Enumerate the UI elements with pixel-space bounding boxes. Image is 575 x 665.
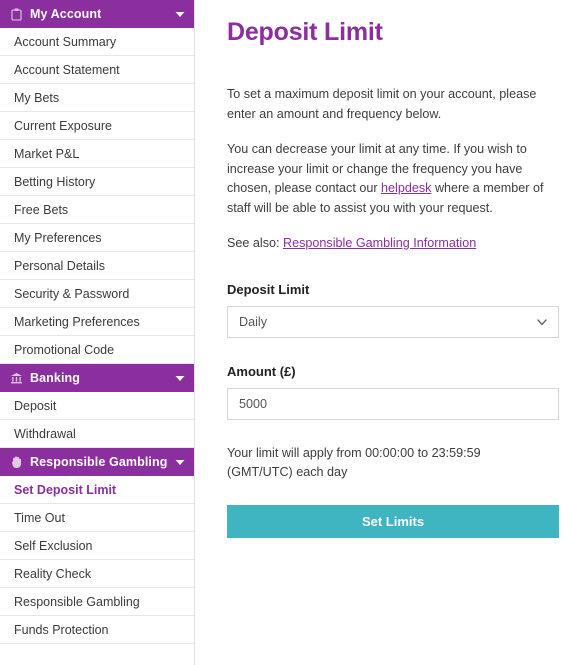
clipboard-icon	[10, 8, 23, 21]
sidebar-item-label: Deposit	[14, 398, 57, 413]
deposit-limit-selected-value: Daily	[239, 314, 267, 329]
sidebar-item-label: Personal Details	[14, 258, 106, 273]
limit-schedule-note: Your limit will apply from 00:00:00 to 2…	[227, 445, 481, 480]
sidebar-item-label: Marketing Preferences	[14, 314, 140, 329]
responsible-gambling-information-link[interactable]: Responsible Gambling Information	[283, 236, 476, 250]
sidebar-item-label: Set Deposit Limit	[14, 482, 117, 497]
sidebar-item-label: Betting History	[14, 174, 96, 189]
sidebar-item-responsible-gambling[interactable]: Responsible Gambling	[0, 588, 194, 616]
sidebar-item-set-deposit-limit[interactable]: Set Deposit Limit	[0, 476, 194, 504]
caret-down-icon[interactable]	[174, 372, 186, 384]
hand-stop-icon	[10, 455, 23, 469]
sidebar-item-label: Responsible Gambling	[14, 594, 140, 609]
sidebar-item-deposit[interactable]: Deposit	[0, 392, 194, 420]
deposit-limit-select-wrapper: Daily	[227, 305, 559, 338]
sidebar-item-label: My Preferences	[14, 230, 102, 245]
sidebar-item-funds-protection[interactable]: Funds Protection	[0, 616, 194, 644]
sidebar-item-promotional-code[interactable]: Promotional Code	[0, 336, 194, 364]
sidebar-item-time-out[interactable]: Time Out	[0, 504, 194, 532]
intro-paragraph: To set a maximum deposit limit on your a…	[227, 87, 537, 121]
sidebar-item-label: Withdrawal	[14, 426, 76, 441]
see-also-paragraph: See also: Responsible Gambling Informati…	[227, 234, 561, 254]
sidebar-item-label: Reality Check	[14, 566, 92, 581]
sidebar-item-label: Market P&L	[14, 146, 80, 161]
sidebar-item-security-password[interactable]: Security & Password	[0, 280, 194, 308]
sidebar-section-label: My Account	[30, 7, 102, 21]
sidebar-item-account-statement[interactable]: Account Statement	[0, 56, 194, 84]
deposit-limit-page: My Account Account Summary Account Stateme…	[0, 0, 575, 665]
sidebar-item-label: Time Out	[14, 510, 65, 525]
sidebar-section-header-responsible-gambling[interactable]: Responsible Gambling	[0, 448, 194, 476]
sidebar-item-label: Self Exclusion	[14, 538, 93, 553]
sidebar-section-label: Responsible Gambling	[30, 455, 168, 469]
sidebar-item-reality-check[interactable]: Reality Check	[0, 560, 194, 588]
sidebar-item-label: Account Statement	[14, 62, 120, 77]
sidebar-item-my-preferences[interactable]: My Preferences	[0, 224, 194, 252]
sidebar-item-marketing-preferences[interactable]: Marketing Preferences	[0, 308, 194, 336]
sidebar-item-label: Security & Password	[14, 286, 130, 301]
deposit-limit-select[interactable]: Daily	[227, 305, 559, 338]
sidebar-item-label: Free Bets	[14, 202, 69, 217]
sidebar-item-label: My Bets	[14, 90, 60, 105]
bank-icon	[10, 372, 23, 385]
see-also-prefix: See also:	[227, 236, 284, 250]
amount-input[interactable]: 5000	[227, 387, 559, 420]
sidebar-item-withdrawal[interactable]: Withdrawal	[0, 420, 194, 448]
decrease-limit-paragraph: You can decrease your limit at any time.…	[227, 140, 561, 218]
amount-label: Amount (£)	[227, 363, 296, 379]
sidebar-item-self-exclusion[interactable]: Self Exclusion	[0, 532, 194, 560]
sidebar-section-header-banking[interactable]: Banking	[0, 364, 194, 392]
page-title: Deposit Limit	[227, 18, 383, 46]
caret-down-icon[interactable]	[174, 8, 186, 20]
sidebar-item-label: Funds Protection	[14, 622, 109, 637]
sidebar-item-label: Current Exposure	[14, 118, 112, 133]
sidebar-item-market-p-l[interactable]: Market P&L	[0, 140, 194, 168]
sidebar-section-label: Banking	[30, 371, 81, 385]
sidebar-item-label: Promotional Code	[14, 342, 115, 357]
sidebar-section-header-my-account[interactable]: My Account	[0, 0, 194, 28]
deposit-limit-label: Deposit Limit	[227, 281, 310, 297]
sidebar-item-betting-history[interactable]: Betting History	[0, 168, 194, 196]
helpdesk-link[interactable]: helpdesk	[381, 181, 431, 195]
account-sidebar: My Account Account Summary Account Stateme…	[0, 0, 195, 665]
amount-input-value: 5000	[239, 396, 268, 411]
set-limits-button[interactable]: Set Limits	[227, 504, 559, 538]
sidebar-item-personal-details[interactable]: Personal Details	[0, 252, 194, 280]
sidebar-item-my-bets[interactable]: My Bets	[0, 84, 194, 112]
sidebar-item-current-exposure[interactable]: Current Exposure	[0, 112, 194, 140]
sidebar-item-label: Account Summary	[14, 34, 117, 49]
caret-down-icon[interactable]	[174, 456, 186, 468]
sidebar-item-free-bets[interactable]: Free Bets	[0, 196, 194, 224]
main-content: Deposit Limit To set a maximum deposit l…	[195, 0, 575, 665]
sidebar-item-account-summary[interactable]: Account Summary	[0, 28, 194, 56]
